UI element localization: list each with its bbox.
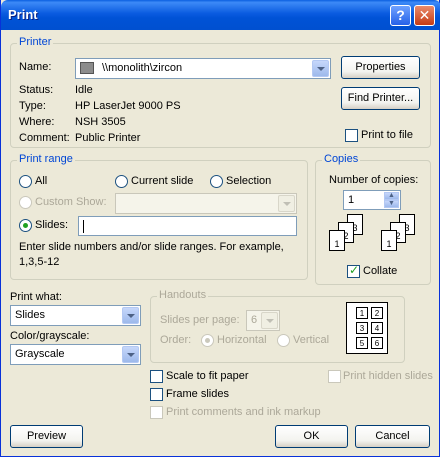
collate-illustration-a: 3 2 1: [329, 214, 369, 254]
print-what-select[interactable]: Slides: [10, 305, 141, 326]
slides-per-page-label: Slides per page:: [160, 314, 240, 326]
number-of-copies-stepper[interactable]: 1 ▲ ▼: [343, 190, 401, 210]
spin-down-icon[interactable]: ▼: [384, 200, 399, 208]
horizontal-label: Horizontal: [217, 334, 267, 346]
color-label: Color/grayscale:: [10, 330, 90, 342]
close-button[interactable]: ✕: [414, 5, 435, 26]
color-select[interactable]: Grayscale: [10, 344, 141, 365]
status-value: Idle: [75, 84, 93, 96]
print-what-label: Print what:: [10, 291, 62, 303]
copies-group-label: Copies: [322, 153, 361, 165]
color-value: Grayscale: [15, 348, 65, 360]
current-slide-label: Current slide: [131, 175, 194, 187]
slides-per-page-value: 6: [251, 314, 258, 326]
handout-cell: 5: [356, 337, 368, 349]
current-slide-radio[interactable]: [115, 175, 128, 188]
all-radio[interactable]: [19, 175, 32, 188]
window-title: Print: [8, 7, 38, 22]
handouts-group-label: Handouts: [157, 289, 209, 301]
collate-page: 1: [329, 230, 345, 251]
number-of-copies-value: 1: [348, 194, 355, 206]
properties-button[interactable]: Properties: [341, 56, 420, 79]
type-label: Type:: [19, 100, 46, 112]
handout-layout-preview: 1 2 3 4 5 6: [346, 302, 388, 354]
collate-checkbox[interactable]: [347, 263, 360, 278]
custom-show-select[interactable]: [115, 193, 297, 214]
print-to-file-checkbox[interactable]: [345, 129, 358, 142]
vertical-label: Vertical: [293, 334, 330, 346]
status-label: Status:: [19, 84, 54, 96]
chevron-down-icon[interactable]: [312, 60, 329, 77]
title-bar: Print ? ✕: [1, 0, 440, 30]
printer-icon: [80, 62, 94, 74]
frame-slides-checkbox[interactable]: [150, 388, 163, 401]
print-comments-label: Print comments and ink markup: [166, 406, 321, 418]
print-what-value: Slides: [15, 309, 45, 321]
collate-label: Collate: [363, 265, 398, 277]
print-comments-checkbox[interactable]: [150, 406, 163, 419]
handout-cell: 6: [371, 337, 383, 349]
order-label: Order:: [160, 334, 192, 346]
preview-button[interactable]: Preview: [10, 425, 83, 448]
slides-radio[interactable]: [19, 219, 32, 232]
print-to-file-label: Print to file: [361, 129, 413, 141]
slides-hint: Enter slide numbers and/or slide ranges.…: [19, 241, 284, 268]
cancel-button[interactable]: Cancel: [355, 425, 430, 448]
selection-radio[interactable]: [210, 175, 223, 188]
where-value: NSH 3505: [75, 116, 126, 128]
print-dialog: Print ? ✕ Printer Name: \\monolith\zirco…: [0, 0, 440, 457]
print-hidden-checkbox[interactable]: [328, 370, 341, 383]
find-printer-button[interactable]: Find Printer...: [341, 87, 420, 110]
scale-to-fit-checkbox[interactable]: [150, 370, 163, 383]
number-of-copies-label: Number of copies:: [329, 174, 419, 186]
custom-show-label: Custom Show:: [35, 196, 107, 208]
name-label: Name:: [19, 61, 52, 73]
handout-cell: 4: [371, 322, 383, 334]
ok-button[interactable]: OK: [275, 425, 348, 448]
comment-value: Public Printer: [75, 132, 141, 144]
print-range-group-label: Print range: [17, 153, 75, 165]
selection-label: Selection: [226, 175, 272, 187]
chevron-down-icon[interactable]: [122, 307, 139, 324]
text-cursor: [83, 220, 84, 233]
spin-up-icon[interactable]: ▲: [384, 192, 399, 200]
printer-group-label: Printer: [17, 36, 54, 48]
all-label: All: [35, 175, 48, 187]
printer-name-select[interactable]: \\monolith\zircon: [75, 58, 331, 79]
handout-cell: 1: [356, 307, 368, 319]
comment-label: Comment:: [19, 132, 70, 144]
printer-name-value: \\monolith\zircon: [102, 62, 183, 74]
chevron-down-icon[interactable]: [261, 312, 278, 329]
where-label: Where:: [19, 116, 55, 128]
collate-page: 1: [381, 230, 397, 251]
handout-cell: 2: [371, 307, 383, 319]
scale-to-fit-label: Scale to fit paper: [166, 370, 249, 382]
frame-slides-label: Frame slides: [166, 388, 229, 400]
slides-label: Slides:: [35, 219, 69, 231]
print-hidden-label: Print hidden slides: [343, 370, 433, 382]
vertical-radio[interactable]: [277, 334, 290, 347]
chevron-down-icon[interactable]: [278, 195, 295, 212]
slides-input[interactable]: [78, 216, 297, 236]
help-button[interactable]: ?: [390, 5, 411, 26]
custom-show-radio[interactable]: [19, 196, 32, 209]
horizontal-radio[interactable]: [201, 334, 214, 347]
collate-illustration-b: 3 2 1: [381, 214, 421, 254]
type-value: HP LaserJet 9000 PS: [75, 100, 181, 112]
chevron-down-icon[interactable]: [122, 346, 139, 363]
handout-cell: 3: [356, 322, 368, 334]
slides-per-page-select[interactable]: 6: [246, 310, 280, 331]
